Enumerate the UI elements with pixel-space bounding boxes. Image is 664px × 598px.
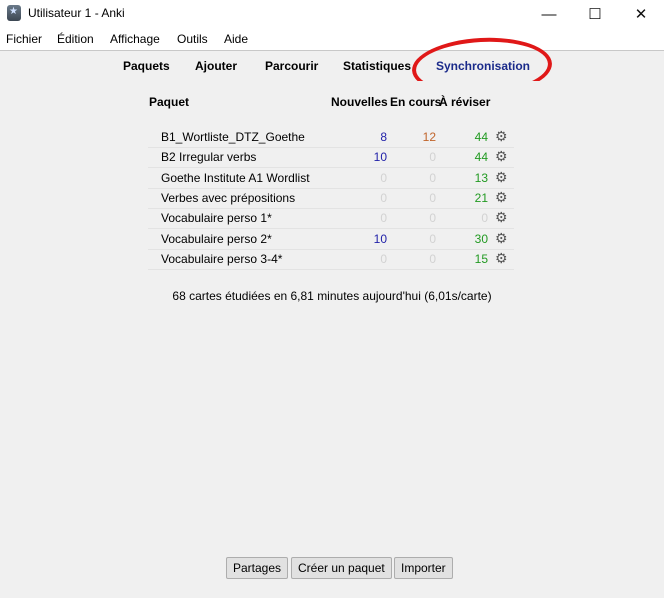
deck-row[interactable]: Vocabulaire perso 2* 10 0 30 ⚙ [148,229,514,250]
close-button[interactable]: ✕ [618,0,664,28]
learning-count: 0 [429,231,436,246]
deck-options-gear-icon[interactable]: ⚙ [495,128,508,145]
new-count: 10 [373,150,387,165]
learning-count: 0 [429,251,436,266]
maximize-button[interactable]: ☐ [572,0,618,28]
menu-fichier[interactable]: Fichier [6,32,42,46]
deck-name-link[interactable]: Vocabulaire perso 2* [161,232,272,246]
deck-options-gear-icon[interactable]: ⚙ [495,250,508,267]
review-count: 44 [474,150,488,165]
anki-app-icon [7,5,21,21]
new-count: 0 [380,170,387,185]
create-deck-button[interactable]: Créer un paquet [291,557,392,579]
header-new: Nouvelles [331,95,388,109]
menu-affichage[interactable]: Affichage [110,32,160,46]
deck-row[interactable]: Vocabulaire perso 1* 0 0 0 ⚙ [148,208,514,230]
new-count: 0 [380,190,387,205]
deck-options-gear-icon[interactable]: ⚙ [495,148,508,165]
menu-bar: Fichier Édition Affichage Outils Aide [0,28,664,50]
deck-options-gear-icon[interactable]: ⚙ [495,209,508,226]
header-deck: Paquet [149,95,190,109]
main-toolbar: Paquets Ajouter Parcourir Statistiques S… [0,50,664,82]
deck-name-link[interactable]: Vocabulaire perso 1* [161,211,272,225]
header-review: À réviser [439,95,491,109]
learning-count: 0 [429,150,436,165]
deck-name-link[interactable]: B2 Irregular verbs [161,150,256,164]
review-count: 44 [474,130,488,144]
deck-name-link[interactable]: B1_Wortliste_DTZ_Goethe [161,130,305,144]
deck-row[interactable]: Vocabulaire perso 3-4* 0 0 15 ⚙ [148,249,514,270]
title-bar: Utilisateur 1 - Anki — ☐ ✕ [0,0,664,28]
review-count: 0 [481,211,488,226]
deck-options-gear-icon[interactable]: ⚙ [495,189,508,206]
toolbar-add-link[interactable]: Ajouter [195,59,237,73]
learning-count: 0 [429,170,436,185]
review-count: 15 [474,251,488,266]
menu-outils[interactable]: Outils [177,32,208,46]
deck-name-link[interactable]: Verbes avec prépositions [161,191,295,205]
review-count: 21 [474,190,488,205]
review-count: 30 [474,231,488,246]
import-button[interactable]: Importer [394,557,453,579]
new-count: 10 [373,231,387,246]
review-count: 13 [474,170,488,185]
deck-row[interactable]: Goethe Institute A1 Wordlist 0 0 13 ⚙ [148,168,514,189]
learning-count: 0 [429,190,436,205]
deck-name-link[interactable]: Goethe Institute A1 Wordlist [161,171,310,185]
menu-aide[interactable]: Aide [224,32,248,46]
toolbar-browse-link[interactable]: Parcourir [265,59,318,73]
deck-row[interactable]: B2 Irregular verbs 10 0 44 ⚙ [148,147,514,169]
toolbar-decks-link[interactable]: Paquets [123,59,170,73]
shared-decks-button[interactable]: Partages [226,557,289,579]
deck-name-link[interactable]: Vocabulaire perso 3-4* [161,252,282,266]
deck-row[interactable]: Verbes avec prépositions 0 0 21 ⚙ [148,188,514,209]
new-count: 0 [380,211,387,226]
toolbar-stats-link[interactable]: Statistiques [343,59,411,73]
new-count: 8 [380,130,387,144]
learning-count: 0 [429,211,436,226]
deck-browser: Paquet Nouvelles En cours À réviser B1_W… [0,81,664,598]
header-learning: En cours [390,95,442,109]
learning-count: 12 [422,130,436,144]
window-title: Utilisateur 1 - Anki [28,6,125,20]
new-count: 0 [380,251,387,266]
study-summary: 68 cartes étudiées en 6,81 minutes aujou… [172,289,492,303]
minimize-button[interactable]: — [526,0,572,28]
deck-options-gear-icon[interactable]: ⚙ [495,230,508,247]
menu-edition[interactable]: Édition [57,32,94,46]
deck-row[interactable]: B1_Wortliste_DTZ_Goethe 8 12 44 ⚙ [148,127,514,148]
deck-options-gear-icon[interactable]: ⚙ [495,169,508,186]
